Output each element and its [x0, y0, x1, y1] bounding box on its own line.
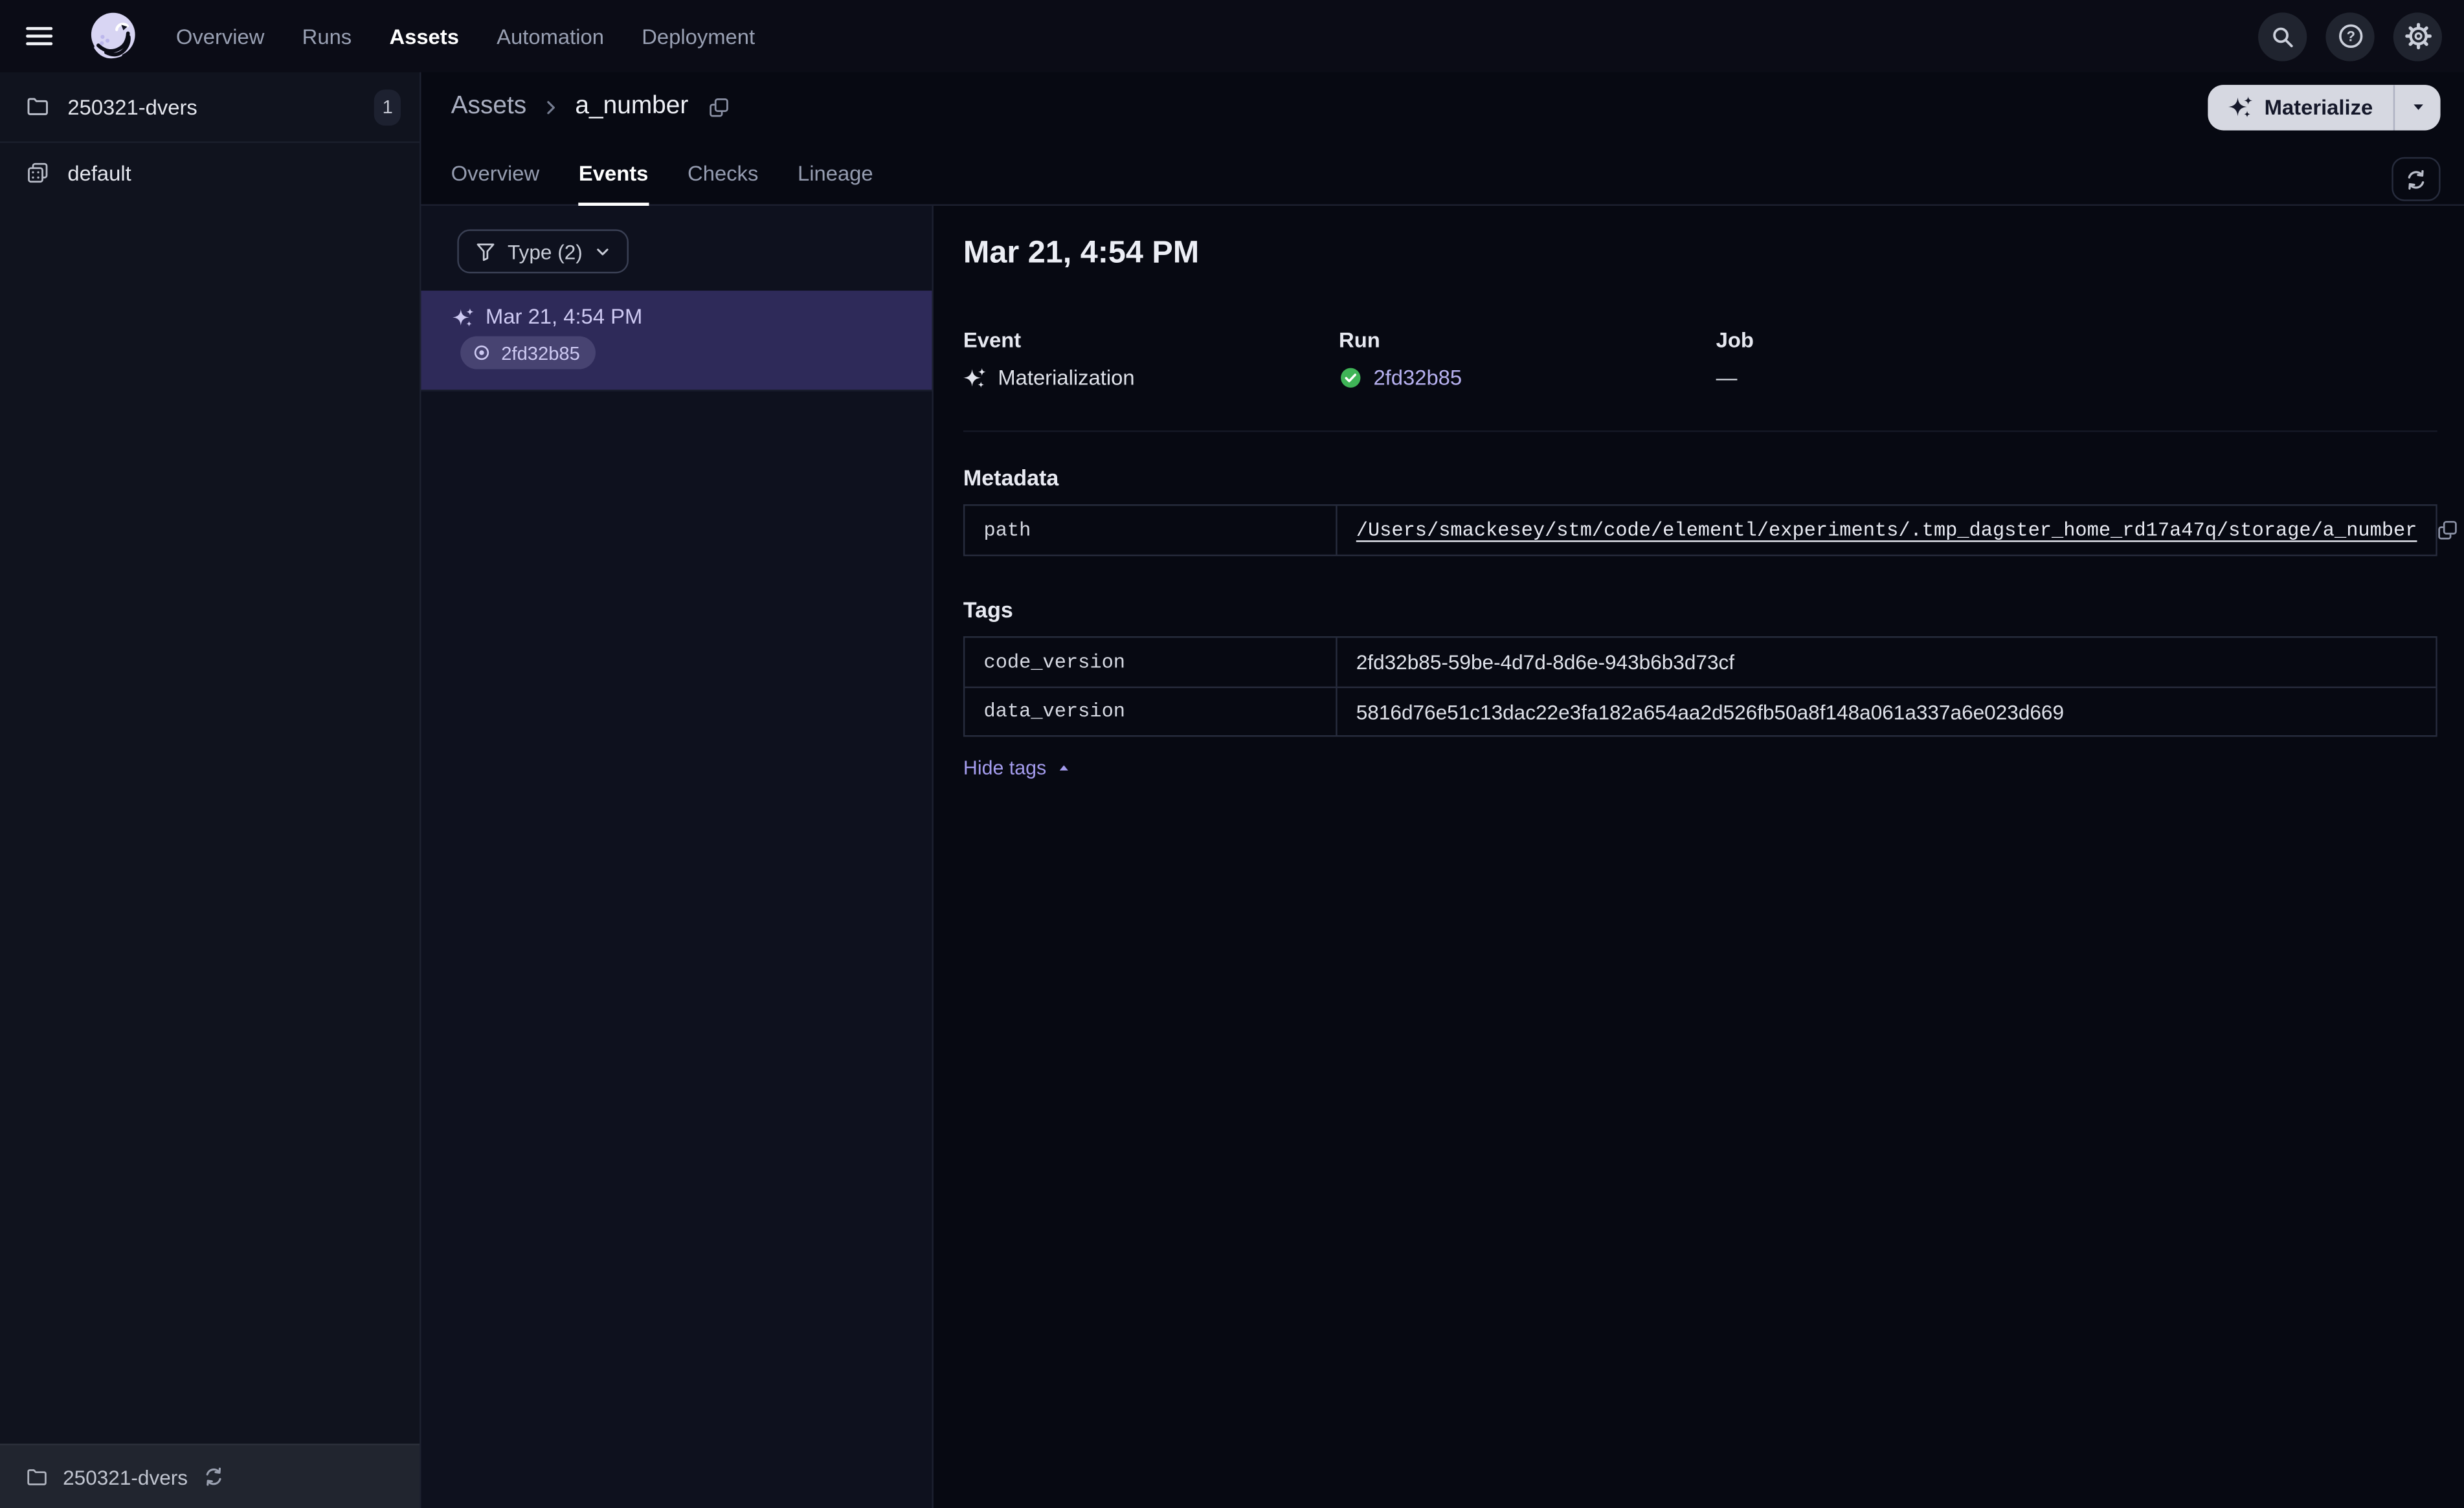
tags-table: code_version 2fd32b85-59be-4d7d-8d6e-943…	[963, 636, 2437, 737]
tags-heading: Tags	[963, 597, 1013, 623]
sidebar-footer-label: 250321-dvers	[63, 1465, 188, 1489]
event-item-header: Mar 21, 4:54 PM	[453, 305, 906, 328]
nav-item-deployment[interactable]: Deployment	[642, 25, 755, 48]
materialize-dropdown-button[interactable]	[2395, 84, 2440, 129]
filter-label: Type (2)	[508, 239, 583, 263]
metadata-table: path /Users/smackesey/stm/code/elementl/…	[963, 504, 2458, 557]
event-column: Event Materialization	[963, 328, 1339, 390]
asset-group-icon	[28, 162, 48, 183]
dagster-logo[interactable]	[85, 8, 141, 64]
event-item-run-badge[interactable]: 2fd32b85	[460, 336, 596, 370]
sidebar-footer[interactable]: 250321-dvers	[0, 1443, 420, 1508]
sidebar-group-label: 250321-dvers	[67, 94, 197, 119]
chevron-down-icon	[596, 248, 608, 255]
run-value: 2fd32b85	[1339, 366, 1716, 390]
caret-down-icon	[2413, 104, 2423, 110]
nav-item-assets[interactable]: Assets	[389, 25, 458, 48]
primary-nav-links: Overview Runs Assets Automation Deployme…	[176, 25, 755, 48]
sparkle-icon	[2228, 96, 2253, 118]
sidebar-item-label: default	[67, 161, 131, 185]
events-list-panel: Type (2) Mar 21, 4:54 PM 2fd32b85	[421, 205, 934, 1508]
nav-item-automation[interactable]: Automation	[497, 25, 604, 48]
event-type-filter-button[interactable]: Type (2)	[457, 229, 629, 274]
refresh-events-button[interactable]	[2391, 157, 2441, 201]
job-value: —	[1716, 366, 1738, 390]
metadata-key: path	[965, 505, 1338, 555]
tag-value: 5816d76e51c13dac22e3fa182a654aa2d526fb50…	[1337, 686, 2436, 735]
materialization-sparkle-icon	[453, 307, 474, 326]
run-success-check-icon	[1341, 368, 1361, 388]
event-item-run-id: 2fd32b85	[501, 341, 580, 364]
tag-key: code_version	[965, 638, 1338, 687]
copy-icon	[2438, 520, 2458, 540]
copy-asset-name-button[interactable]	[707, 95, 730, 118]
tab-events[interactable]: Events	[578, 162, 649, 206]
top-nav-actions: ?	[2258, 12, 2443, 61]
event-column-header: Event	[963, 328, 1022, 352]
job-column-header: Job	[1716, 328, 1754, 352]
tag-key: data_version	[965, 686, 1338, 735]
top-nav: Overview Runs Assets Automation Deployme…	[0, 0, 2464, 72]
run-column-header: Run	[1339, 328, 1380, 352]
asset-tabs: Overview Events Checks Lineage	[451, 162, 873, 206]
circle-dot-icon	[474, 345, 489, 360]
materialize-label: Materialize	[2264, 94, 2373, 119]
run-id-link[interactable]: 2fd32b85	[1373, 366, 1462, 390]
asset-catalog-sidebar: 250321-dvers 1 default 250321-dvers	[0, 72, 421, 1508]
filter-funnel-icon	[476, 243, 495, 261]
refresh-icon[interactable]	[202, 1466, 224, 1488]
job-column: Job —	[1716, 328, 2437, 390]
metadata-heading: Metadata	[963, 465, 1059, 491]
tab-overview[interactable]: Overview	[451, 162, 540, 205]
help-button[interactable]: ?	[2325, 12, 2375, 61]
materialize-split-button: Materialize	[2208, 83, 2441, 130]
copy-path-button[interactable]	[2436, 518, 2459, 542]
chevron-right-icon	[541, 96, 561, 117]
hide-tags-toggle[interactable]: Hide tags	[963, 757, 1071, 779]
metadata-value-cell: /Users/smackesey/stm/code/elementl/exper…	[1338, 506, 2464, 555]
nav-item-overview[interactable]: Overview	[176, 25, 265, 48]
event-detail-title: Mar 21, 4:54 PM	[963, 236, 1200, 271]
search-icon	[2273, 27, 2293, 47]
run-column: Run 2fd32b85	[1339, 328, 1716, 390]
asset-name: a_number	[575, 93, 689, 120]
breadcrumb: Assets a_number	[451, 93, 731, 121]
event-list-item-selected[interactable]: Mar 21, 4:54 PM 2fd32b85	[421, 291, 932, 392]
svg-text:?: ?	[2346, 28, 2354, 44]
hide-tags-label: Hide tags	[963, 757, 1047, 779]
dagster-logo-icon	[91, 12, 135, 59]
event-item-timestamp: Mar 21, 4:54 PM	[486, 304, 643, 329]
hamburger-menu-button[interactable]	[22, 19, 56, 53]
refresh-icon	[2408, 169, 2425, 189]
tab-lineage[interactable]: Lineage	[798, 162, 873, 205]
content-area: Assets a_number Materialize Overview Eve…	[421, 72, 2464, 1508]
sidebar-item-default-group[interactable]: default	[0, 143, 420, 203]
materialize-button[interactable]: Materialize	[2208, 84, 2393, 129]
event-type-label: Materialization	[998, 366, 1135, 390]
nav-item-runs[interactable]: Runs	[302, 25, 352, 48]
asset-header: Assets a_number Materialize	[421, 72, 2464, 142]
search-button[interactable]	[2258, 12, 2307, 61]
app-root: Overview Runs Assets Automation Deployme…	[0, 0, 2464, 1508]
breadcrumb-assets-link[interactable]: Assets	[451, 93, 527, 121]
copy-icon	[710, 97, 728, 116]
hamburger-icon	[26, 27, 53, 45]
gear-icon	[2404, 23, 2431, 50]
folder-icon	[27, 98, 48, 115]
event-detail-panel: Mar 21, 4:54 PM Event Materialization Ru…	[934, 206, 2464, 1508]
event-type-value: Materialization	[963, 366, 1339, 390]
folder-icon	[27, 1468, 47, 1485]
help-icon: ?	[2338, 24, 2362, 49]
asset-tabs-row: Overview Events Checks Lineage	[421, 141, 2464, 206]
tag-value: 2fd32b85-59be-4d7d-8d6e-943b6b3d73cf	[1356, 650, 1735, 674]
tab-checks[interactable]: Checks	[688, 162, 758, 205]
materialization-sparkle-icon	[963, 368, 986, 388]
metadata-path-link[interactable]: /Users/smackesey/stm/code/elementl/exper…	[1356, 519, 2417, 541]
sidebar-item-code-location[interactable]: 250321-dvers 1	[0, 72, 420, 143]
event-run-job-section: Event Materialization Run 2fd32b85 Job —	[963, 328, 2437, 432]
settings-button[interactable]	[2393, 12, 2443, 61]
caret-up-icon	[1059, 765, 1068, 771]
sidebar-group-count-badge: 1	[374, 89, 401, 125]
